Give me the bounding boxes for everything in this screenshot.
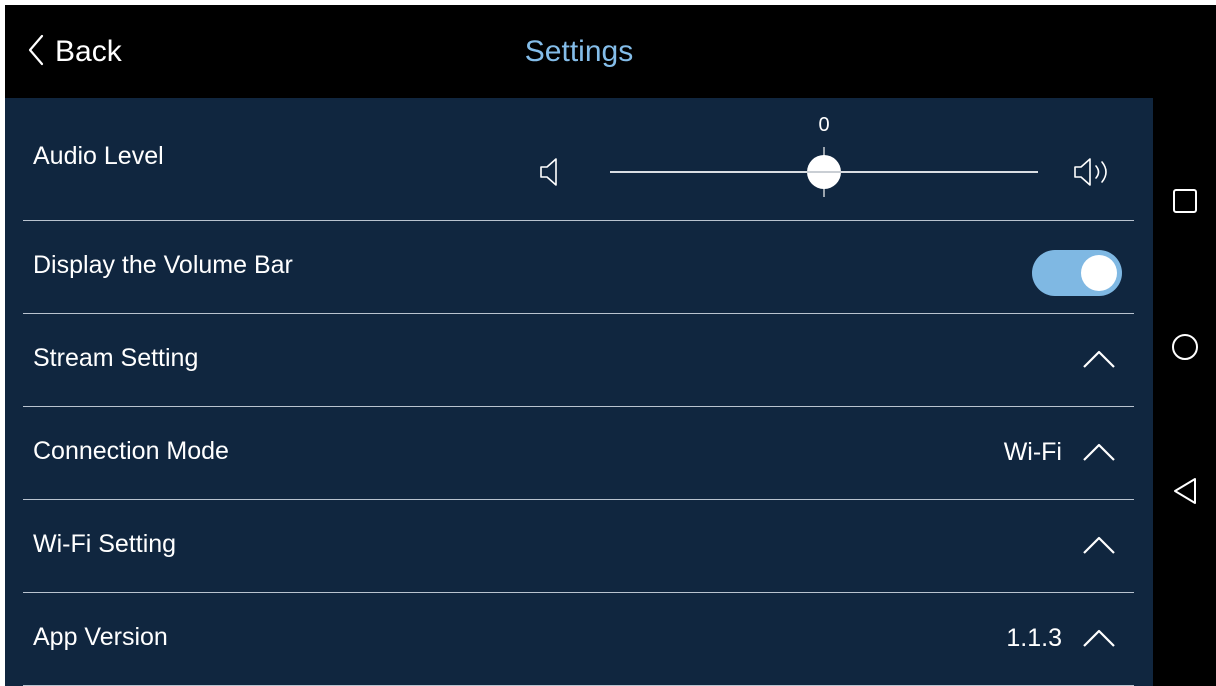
volume-bar-toggle[interactable] xyxy=(1032,250,1122,296)
connection-mode-label: Connection Mode xyxy=(33,437,229,465)
volume-bar-label: Display the Volume Bar xyxy=(33,251,293,279)
speaker-low-icon xyxy=(539,156,563,193)
settings-panel: Audio Level 0 Display the Volume Bar Str… xyxy=(5,98,1153,686)
stream-setting-label: Stream Setting xyxy=(33,344,199,372)
speaker-high-icon xyxy=(1073,156,1119,193)
page-title: Settings xyxy=(524,35,634,68)
circle-icon xyxy=(1171,333,1199,366)
app-version-label: App Version xyxy=(33,623,168,651)
system-nav-bar xyxy=(1153,5,1216,686)
square-icon xyxy=(1172,188,1198,219)
wifi-setting-row[interactable]: Wi-Fi Setting xyxy=(23,500,1134,593)
back-nav-button[interactable] xyxy=(1167,475,1203,511)
chevron-up-icon[interactable] xyxy=(1082,442,1116,462)
wifi-setting-label: Wi-Fi Setting xyxy=(33,530,177,558)
top-bar: Back Settings xyxy=(5,5,1153,98)
slider-crosshair-horizontal xyxy=(807,171,841,173)
connection-mode-value: Wi-Fi xyxy=(1003,437,1062,466)
chevron-up-icon[interactable] xyxy=(1082,349,1116,369)
audio-level-row: Audio Level 0 xyxy=(23,98,1134,221)
toggle-knob xyxy=(1081,255,1117,291)
triangle-back-icon xyxy=(1172,477,1198,510)
home-button[interactable] xyxy=(1167,331,1203,367)
chevron-up-icon[interactable] xyxy=(1082,535,1116,555)
volume-bar-row: Display the Volume Bar xyxy=(23,221,1134,314)
audio-level-label: Audio Level xyxy=(33,142,164,170)
app-version-row[interactable]: App Version 1.1.3 xyxy=(23,593,1134,686)
app-version-value: 1.1.3 xyxy=(1006,623,1062,652)
slider-value: 0 xyxy=(818,114,830,136)
recents-button[interactable] xyxy=(1167,185,1203,221)
app-screen: Back Settings Audio Level 0 Display the … xyxy=(5,5,1216,686)
chevron-up-icon[interactable] xyxy=(1082,628,1116,648)
stream-setting-row[interactable]: Stream Setting xyxy=(23,314,1134,407)
connection-mode-row[interactable]: Connection Mode Wi-Fi xyxy=(23,407,1134,500)
